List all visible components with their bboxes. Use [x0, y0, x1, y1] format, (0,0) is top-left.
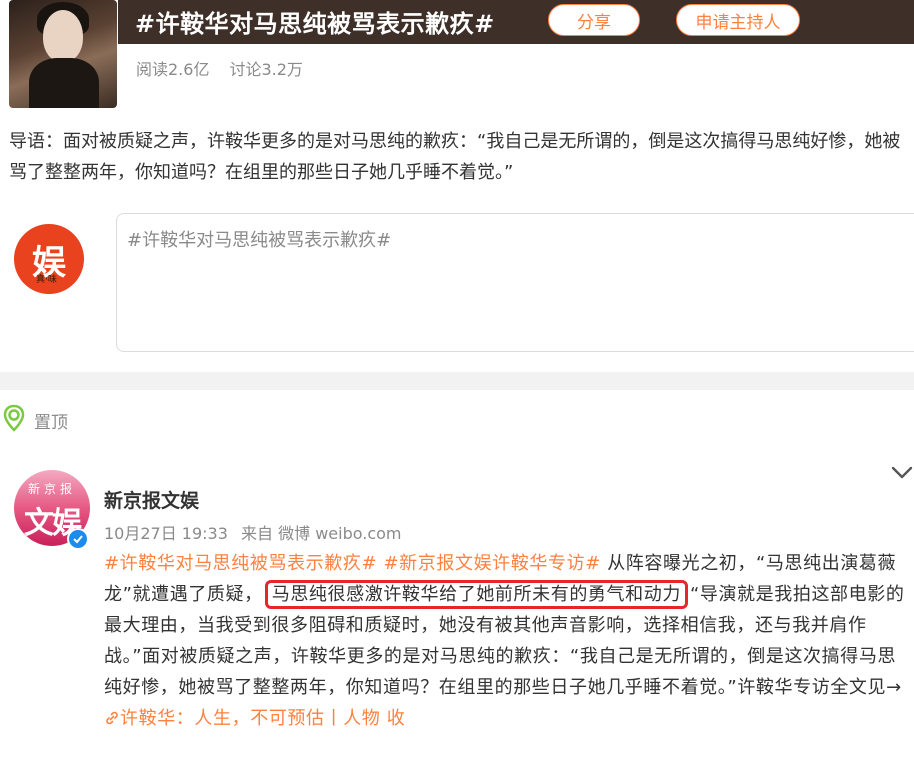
post-meta: 10月27日 19:33 来自 微博 weibo.com — [104, 520, 402, 544]
read-count: 阅读2.6亿 — [136, 60, 210, 79]
pinned-label: 置顶 — [34, 413, 68, 433]
chevron-down-icon[interactable] — [890, 462, 914, 482]
post-composer-input[interactable]: #许鞍华对马思纯被骂表示歉疚# — [116, 213, 914, 352]
topic-stats: 阅读2.6亿 讨论3.2万 — [136, 56, 303, 80]
post-body: #许鞍华对马思纯被骂表示歉疚# #新京报文娱许鞍华专访# 从阵容曝光之初，“马思… — [104, 548, 910, 734]
apply-host-button[interactable]: 申请主持人 — [676, 4, 800, 36]
user-avatar[interactable]: 娱 真·味 — [14, 224, 84, 294]
share-button[interactable]: 分享 — [548, 4, 640, 36]
topic-intro: 导语：面对被质疑之声，许鞍华更多的是对马思纯的歉疚：“我自己是无所谓的，倒是这次… — [9, 131, 901, 183]
section-divider — [0, 372, 914, 390]
topic-cover-image — [9, 0, 117, 108]
avatar-signature: 真·味 — [36, 275, 57, 285]
verified-badge-icon — [67, 528, 89, 550]
link-icon — [106, 711, 118, 725]
hashtag-link[interactable]: #新京报文娱许鞍华专访# — [384, 553, 601, 574]
post-date[interactable]: 10月27日 19:33 — [104, 524, 228, 543]
article-link[interactable]: 许鞍华：人生，不可预估丨人物 收 — [104, 708, 405, 729]
article-link-text: 许鞍华：人生，不可预估丨人物 收 — [120, 708, 406, 729]
discussion-count: 讨论3.2万 — [229, 60, 303, 79]
pin-icon — [3, 404, 25, 432]
post-source: 来自 微博 weibo.com — [241, 524, 402, 543]
composer-prefilled-text: #许鞍华对马思纯被骂表示歉疚# — [127, 230, 392, 251]
highlighted-quote: 马思纯很感激许鞍华给了她前所未有的勇气和动力 — [264, 580, 688, 609]
topic-title: #许鞍华对马思纯被骂表示歉疚# — [135, 10, 495, 38]
hashtag-link[interactable]: #许鞍华对马思纯被骂表示歉疚# — [104, 553, 377, 574]
avatar-top-text: 新京报 — [27, 482, 76, 496]
author-name[interactable]: 新京报文娱 — [104, 486, 199, 513]
